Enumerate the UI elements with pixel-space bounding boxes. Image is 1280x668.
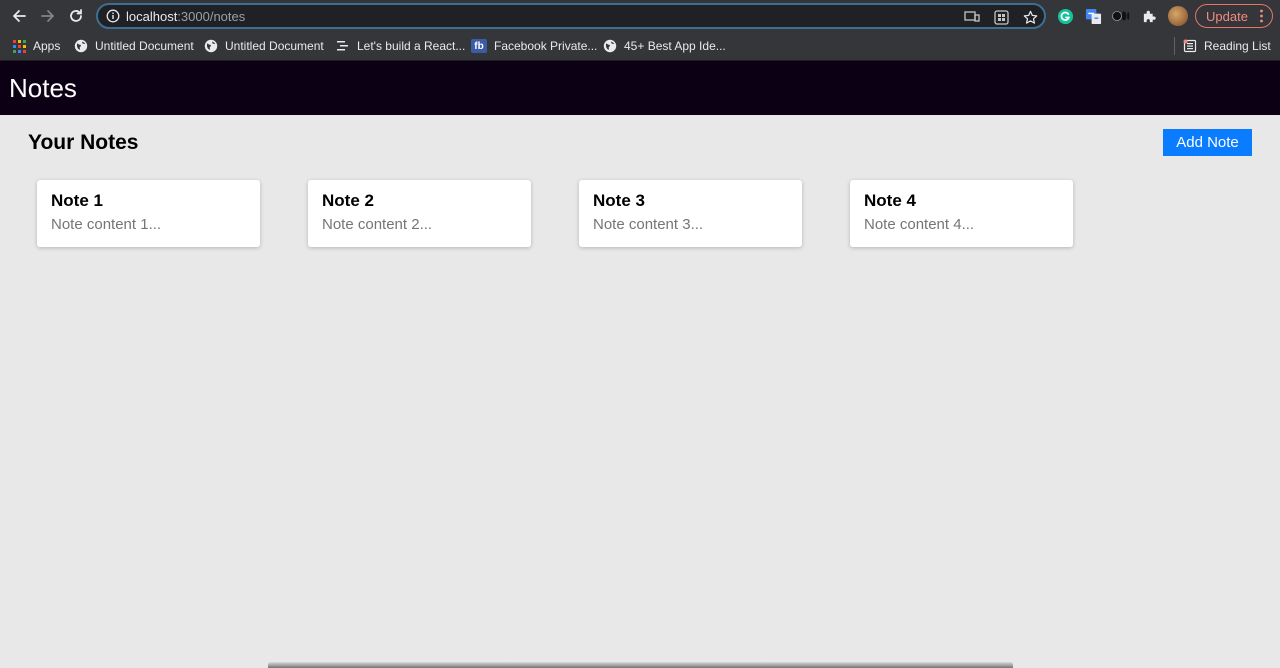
- grammarly-extension-icon[interactable]: [1056, 7, 1074, 25]
- app-title: Notes: [9, 73, 77, 103]
- fb-icon: fb: [471, 39, 487, 53]
- note-card[interactable]: Note 3 Note content 3...: [579, 180, 802, 247]
- bookmark-apps[interactable]: Apps: [12, 37, 60, 55]
- note-title: Note 4: [864, 191, 916, 210]
- note-title: Note 1: [51, 191, 103, 210]
- translate-extension-icon[interactable]: [1084, 7, 1102, 25]
- bookmark-label: Let's build a React...: [357, 39, 466, 53]
- globe-icon: [204, 39, 218, 53]
- reading-list[interactable]: Reading List: [1183, 37, 1271, 55]
- url-path: :3000/notes: [177, 9, 246, 24]
- bookmark-label: Apps: [33, 39, 61, 53]
- note-card[interactable]: Note 1 Note content 1...: [37, 180, 260, 247]
- bookmark-untitled-document-2[interactable]: Untitled Document: [204, 37, 324, 55]
- address-bar[interactable]: localhost:3000/notes: [96, 3, 1046, 29]
- back-icon[interactable]: [8, 5, 30, 27]
- update-button[interactable]: Update: [1195, 4, 1273, 28]
- forward-icon[interactable]: [37, 5, 59, 27]
- section-title: Your Notes: [28, 131, 139, 154]
- window-bottom-edge: [268, 662, 1013, 668]
- add-note-button[interactable]: Add Note: [1163, 129, 1252, 156]
- bookmarks-separator: [1174, 37, 1175, 55]
- bookmark-lets-build-react[interactable]: Let's build a React...: [336, 37, 465, 55]
- note-content: Note content 4...: [864, 216, 975, 233]
- more-menu-icon[interactable]: [1260, 9, 1263, 23]
- qr-code-icon[interactable]: [993, 9, 1009, 25]
- reading-list-icon: [1183, 39, 1197, 53]
- list-icon: [336, 39, 350, 53]
- address-url[interactable]: localhost:3000/notes: [126, 9, 245, 24]
- reading-list-label: Reading List: [1204, 39, 1271, 53]
- note-content: Note content 1...: [51, 216, 162, 233]
- bookmark-label: Facebook Private...: [494, 39, 598, 53]
- reload-icon[interactable]: [65, 5, 87, 27]
- note-content: Note content 3...: [593, 216, 704, 233]
- bookmark-label: Untitled Document: [225, 39, 324, 53]
- bookmark-label: 45+ Best App Ide...: [624, 39, 726, 53]
- browser-chrome: localhost:3000/notes Update Apps Untitle…: [0, 0, 1280, 61]
- note-title: Note 2: [322, 191, 374, 210]
- update-button-label: Update: [1206, 8, 1248, 24]
- bookmark-facebook-private[interactable]: fb Facebook Private...: [471, 37, 597, 55]
- note-title: Note 3: [593, 191, 645, 210]
- profile-avatar[interactable]: [1168, 6, 1188, 26]
- bookmark-untitled-document-1[interactable]: Untitled Document: [74, 37, 194, 55]
- cast-icon[interactable]: [964, 9, 980, 25]
- note-content: Note content 2...: [322, 216, 433, 233]
- bookmark-best-app-ideas[interactable]: 45+ Best App Ide...: [603, 37, 726, 55]
- globe-icon: [603, 39, 617, 53]
- globe-icon: [74, 39, 88, 53]
- bookmark-label: Untitled Document: [95, 39, 194, 53]
- extensions-puzzle-icon[interactable]: [1140, 7, 1158, 25]
- app-header: Notes: [0, 61, 1280, 115]
- site-info-icon[interactable]: [106, 9, 120, 23]
- note-card[interactable]: Note 2 Note content 2...: [308, 180, 531, 247]
- note-card[interactable]: Note 4 Note content 4...: [850, 180, 1073, 247]
- medium-extension-icon[interactable]: [1112, 7, 1130, 25]
- url-host: localhost: [126, 9, 178, 24]
- apps-grid-icon: [12, 39, 26, 53]
- browser-toolbar: localhost:3000/notes Update: [0, 0, 1280, 32]
- bookmark-star-icon[interactable]: [1022, 9, 1038, 25]
- bookmarks-bar: Apps Untitled Document Untitled Document…: [0, 32, 1280, 61]
